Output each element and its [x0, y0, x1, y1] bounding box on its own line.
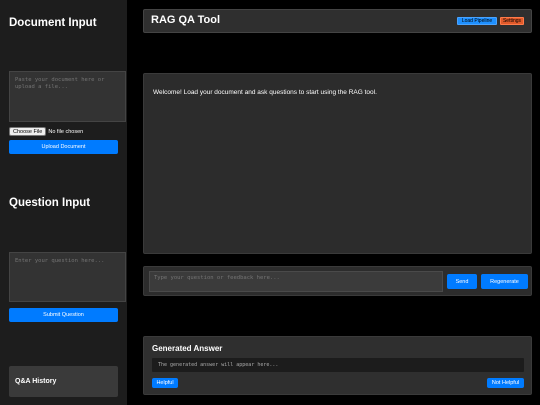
regenerate-button[interactable]: Regenerate	[481, 274, 528, 289]
file-status-label: No file chosen	[48, 128, 84, 135]
choose-file-button[interactable]: Choose File	[9, 127, 47, 136]
qa-history-panel[interactable]: Q&A History	[9, 366, 118, 397]
question-input-title: Question Input	[9, 197, 91, 209]
sidebar: Document Input Choose File No file chose…	[0, 0, 127, 405]
feedback-bar: Send Regenerate	[143, 266, 532, 296]
file-picker: Choose File No file chosen	[9, 127, 83, 136]
load-pipeline-button[interactable]: Load Pipeline	[457, 17, 497, 25]
send-button[interactable]: Send	[447, 274, 477, 289]
welcome-message: Welcome! Load your document and ask ques…	[153, 89, 377, 96]
feedback-input[interactable]	[149, 271, 443, 292]
settings-button[interactable]: Settings	[500, 17, 524, 25]
document-input-title: Document Input	[9, 17, 97, 29]
app-title: RAG QA Tool	[151, 14, 221, 26]
chat-panel: Welcome! Load your document and ask ques…	[143, 73, 532, 254]
answer-panel: Generated Answer The generated answer wi…	[143, 336, 532, 395]
not-helpful-button[interactable]: Not Helpful	[487, 378, 524, 388]
qa-history-label: Q&A History	[15, 378, 57, 385]
answer-output: The generated answer will appear here...	[152, 358, 524, 372]
upload-document-button[interactable]: Upload Document	[9, 140, 118, 154]
submit-question-button[interactable]: Submit Question	[9, 308, 118, 322]
document-textarea[interactable]	[9, 71, 126, 122]
helpful-button[interactable]: Helpful	[152, 378, 178, 388]
question-textarea[interactable]	[9, 252, 126, 302]
app-header: RAG QA Tool Load Pipeline Settings	[143, 9, 532, 33]
answer-title: Generated Answer	[152, 344, 223, 353]
